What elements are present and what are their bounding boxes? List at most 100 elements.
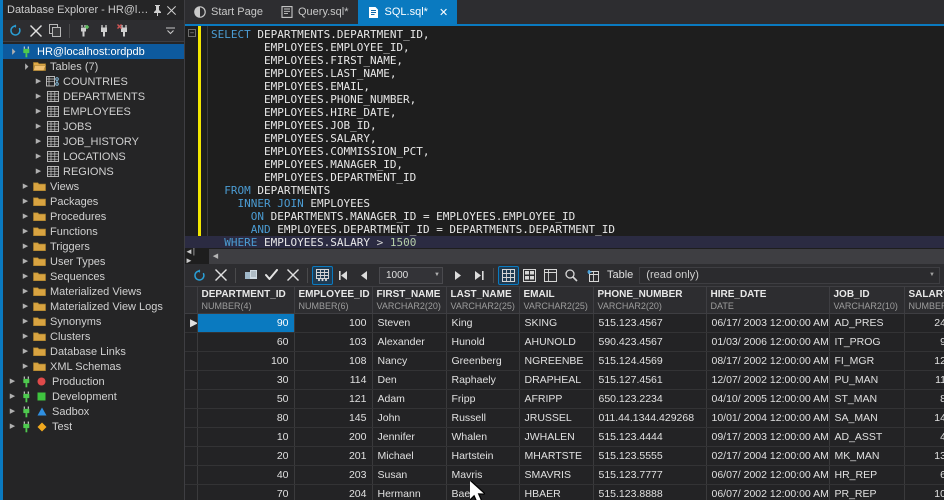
- chevron-right-icon[interactable]: ▶: [32, 123, 45, 130]
- cell-first_name[interactable]: Alexander: [372, 332, 447, 352]
- fetch-all-button[interactable]: [312, 265, 333, 285]
- cell-hire_date[interactable]: 06/07/ 2002 12:00:00 AM: [706, 465, 830, 485]
- cell-salary[interactable]: 9000: [904, 332, 944, 352]
- refresh-results-button[interactable]: [189, 266, 210, 285]
- results-grid-container[interactable]: DEPARTMENT_ID NUMBER(4) EMPLOYEE_ID NUMBER(…: [185, 287, 944, 500]
- code-line[interactable]: EMPLOYEES.EMAIL,: [185, 80, 944, 93]
- cell-phone_number[interactable]: 650.123.2234: [593, 389, 707, 409]
- cell-phone_number[interactable]: 515.123.5555: [593, 446, 707, 466]
- chevron-right-icon[interactable]: ▶: [32, 93, 45, 100]
- code-line[interactable]: EMPLOYEES.EMPLOYEE_ID,: [185, 41, 944, 54]
- search-icon[interactable]: [561, 266, 582, 285]
- editor-horizontal-scrollbar[interactable]: ◄|► ◀: [185, 247, 944, 265]
- row-indicator[interactable]: [185, 370, 198, 390]
- cell-salary[interactable]: 24000: [904, 313, 944, 333]
- add-connection-button[interactable]: [74, 22, 93, 40]
- export-data-button[interactable]: [240, 266, 261, 285]
- grid-view-button[interactable]: [498, 265, 519, 285]
- cell-job_id[interactable]: AD_ASST: [829, 427, 905, 447]
- cell-employee_id[interactable]: 100: [294, 313, 373, 333]
- tree-item-regions[interactable]: ▶ REGIONS: [0, 164, 184, 179]
- split-view-button[interactable]: [540, 266, 561, 285]
- next-row-button[interactable]: [447, 266, 468, 285]
- cell-first_name[interactable]: Steven: [372, 313, 447, 333]
- chevron-right-icon[interactable]: ▶: [32, 138, 45, 145]
- cell-phone_number[interactable]: 515.123.8888: [593, 484, 707, 500]
- row-indicator[interactable]: [185, 351, 198, 371]
- code-line[interactable]: EMPLOYEES.MANAGER_ID,: [185, 158, 944, 171]
- cell-email[interactable]: AFRIPP: [519, 389, 594, 409]
- chevron-right-icon[interactable]: ▶: [6, 378, 19, 385]
- row-indicator[interactable]: [185, 446, 198, 466]
- sql-editor[interactable]: − SELECT DEPARTMENTS.DEPARTMENT_ID, EMPL…: [185, 26, 944, 248]
- tree-item-production[interactable]: ▶ Production: [0, 374, 184, 389]
- chevron-right-icon[interactable]: ▶: [19, 183, 32, 190]
- chevron-right-icon[interactable]: ▶: [19, 363, 32, 370]
- chevron-right-icon[interactable]: ▶: [19, 198, 32, 205]
- chevron-down-icon[interactable]: ▼: [434, 272, 440, 278]
- cell-salary[interactable]: 4400: [904, 427, 944, 447]
- cell-job_id[interactable]: MK_MAN: [829, 446, 905, 466]
- chevron-right-icon[interactable]: ▶: [19, 228, 32, 235]
- chevron-down-icon[interactable]: ▼: [929, 272, 935, 278]
- cell-job_id[interactable]: HR_REP: [829, 465, 905, 485]
- tree-item-tables-7[interactable]: ◢ Tables (7): [0, 59, 184, 74]
- cell-salary[interactable]: 14000: [904, 408, 944, 428]
- cell-employee_id[interactable]: 108: [294, 351, 373, 371]
- rows-fetch-select[interactable]: 1000 ▼: [379, 266, 443, 284]
- form-view-button[interactable]: [519, 266, 540, 285]
- cell-department_id[interactable]: 100: [197, 351, 295, 371]
- cell-last_name[interactable]: Hunold: [446, 332, 520, 352]
- chevron-right-icon[interactable]: ▶: [19, 273, 32, 280]
- cell-department_id[interactable]: 70: [197, 484, 295, 500]
- code-line[interactable]: EMPLOYEES.HIRE_DATE,: [185, 106, 944, 119]
- table-row[interactable]: 100 108 Nancy Greenberg NGREENBE 515.124.4569…: [185, 351, 944, 371]
- cell-last_name[interactable]: Mavris: [446, 465, 520, 485]
- cell-employee_id[interactable]: 121: [294, 389, 373, 409]
- code-line[interactable]: EMPLOYEES.JOB_ID,: [185, 119, 944, 132]
- column-header-hire_date[interactable]: HIRE_DATE DATE: [706, 287, 830, 314]
- tree-item-views[interactable]: ▶ Views: [0, 179, 184, 194]
- row-indicator[interactable]: [185, 389, 198, 409]
- column-header-email[interactable]: EMAIL VARCHAR2(25): [519, 287, 594, 314]
- column-header-phone_number[interactable]: PHONE_NUMBER VARCHAR2(20): [593, 287, 707, 314]
- cell-hire_date[interactable]: 01/03/ 2006 12:00:00 AM: [706, 332, 830, 352]
- cell-employee_id[interactable]: 203: [294, 465, 373, 485]
- tree-item-locations[interactable]: ▶ LOCATIONS: [0, 149, 184, 164]
- chevron-right-icon[interactable]: ▶: [19, 318, 32, 325]
- cell-email[interactable]: SMAVRIS: [519, 465, 594, 485]
- cell-salary[interactable]: 10000: [904, 484, 944, 500]
- column-header-salary[interactable]: SALARYNUMBER(8, 2): [904, 287, 944, 314]
- tree-item-jobs[interactable]: ▶ JOBS: [0, 119, 184, 134]
- tab-close-icon[interactable]: ✕: [439, 6, 448, 19]
- cell-email[interactable]: SKING: [519, 313, 594, 333]
- cell-email[interactable]: NGREENBE: [519, 351, 594, 371]
- row-indicator[interactable]: [185, 484, 198, 500]
- cell-salary[interactable]: 13000: [904, 446, 944, 466]
- cell-department_id[interactable]: 60: [197, 332, 295, 352]
- code-line[interactable]: WHERE EMPLOYEES.SALARY > 1500: [185, 236, 944, 248]
- code-line[interactable]: EMPLOYEES.LAST_NAME,: [185, 67, 944, 80]
- chevron-right-icon[interactable]: ▶: [19, 333, 32, 340]
- code-line[interactable]: EMPLOYEES.DEPARTMENT_ID: [185, 171, 944, 184]
- cell-department_id[interactable]: 30: [197, 370, 295, 390]
- column-header-employee_id[interactable]: EMPLOYEE_ID NUMBER(6): [294, 287, 373, 314]
- copy-icon[interactable]: [46, 22, 65, 40]
- cell-job_id[interactable]: FI_MGR: [829, 351, 905, 371]
- chevron-right-icon[interactable]: ▶: [32, 108, 45, 115]
- results-grid[interactable]: DEPARTMENT_ID NUMBER(4) EMPLOYEE_ID NUMBER(…: [185, 287, 944, 500]
- cell-job_id[interactable]: SA_MAN: [829, 408, 905, 428]
- row-indicator[interactable]: [185, 332, 198, 352]
- cell-email[interactable]: MHARTSTE: [519, 446, 594, 466]
- tab-start-page[interactable]: Start Page: [185, 0, 272, 24]
- sql-code[interactable]: SELECT DEPARTMENTS.DEPARTMENT_ID, EMPLOY…: [185, 26, 944, 248]
- first-page-button[interactable]: [333, 266, 354, 285]
- cell-hire_date[interactable]: 12/07/ 2002 12:00:00 AM: [706, 370, 830, 390]
- cell-email[interactable]: JRUSSEL: [519, 408, 594, 428]
- tree-item-functions[interactable]: ▶ Functions: [0, 224, 184, 239]
- last-page-button[interactable]: [468, 266, 489, 285]
- tree-item-synonyms[interactable]: ▶ Synonyms: [0, 314, 184, 329]
- cell-last_name[interactable]: Russell: [446, 408, 520, 428]
- table-row[interactable]: 80 145 John Russell JRUSSEL 011.44.1344.42926…: [185, 408, 944, 428]
- code-line[interactable]: EMPLOYEES.PHONE_NUMBER,: [185, 93, 944, 106]
